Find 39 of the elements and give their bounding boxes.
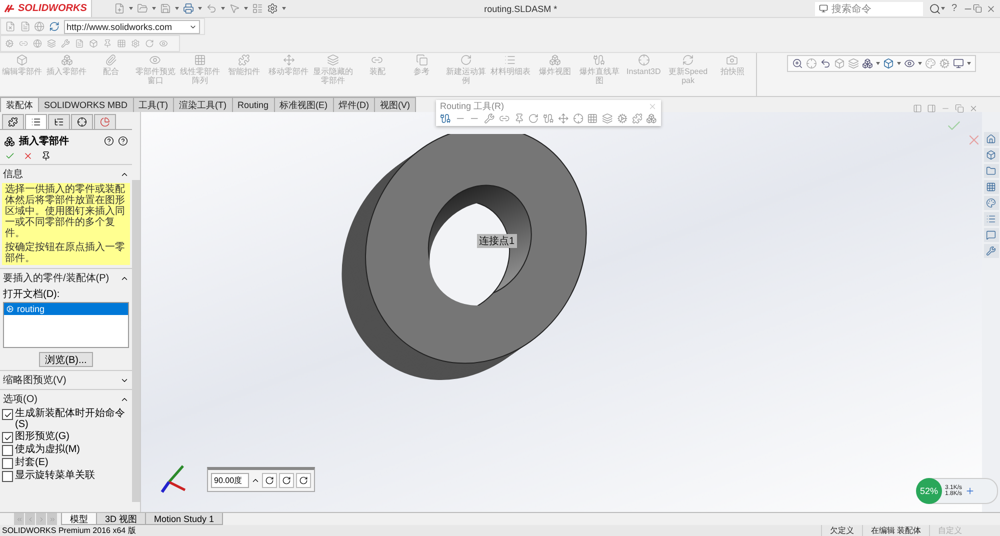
document-item[interactable]: routing (4, 303, 128, 315)
product-name: SOLIDWORKS Premium 2016 x64 版 (2, 525, 137, 536)
checkbox-label: 生成新装配体时开始命令(S) (15, 408, 126, 430)
section-title: 选项(O) (3, 392, 38, 406)
status-text: 自定义 (929, 525, 970, 536)
help-button[interactable]: ? (951, 3, 957, 14)
section-title: 要插入的零件/装配体(P) (3, 272, 110, 285)
toolbar-title: Routing 工具(R) (440, 101, 504, 111)
tab[interactable]: SOLIDWORKS MBD (38, 97, 134, 112)
connection-point-label: 连接点1 (477, 234, 517, 248)
document-list[interactable]: routing (3, 302, 129, 348)
tab[interactable]: Motion Study 1 (145, 513, 224, 525)
panel-title: 插入零部件 (19, 134, 70, 148)
status-text: 在编辑 装配体 (862, 525, 929, 536)
search-field[interactable]: 搜索命令 (815, 2, 924, 16)
window-title: routing.SLDASM * (483, 4, 558, 14)
angle-field[interactable]: 90.00度 (211, 473, 249, 488)
info-text: 选择一供插入的零件或装配体然后将零部件放置在图形区域中。使用图钉来插入同一或不同零部件的多个复件。 按确定按钮在原点插入一零部件。 (2, 183, 130, 265)
browse-button[interactable]: 浏览(B)... (39, 352, 93, 367)
tab[interactable]: 3D 视图 (96, 513, 146, 525)
section-title: 缩略图预览(V) (3, 374, 66, 387)
tab[interactable]: 渲染工具(T) (173, 97, 233, 112)
tab[interactable]: 视图(V) (374, 97, 416, 112)
section-title: 信息 (3, 168, 23, 181)
field-label: 打开文档(D): (2, 288, 61, 301)
tab[interactable]: 装配体 (0, 97, 39, 112)
tab[interactable]: 工具(T) (132, 97, 174, 112)
checkbox-label: 使成为虚拟(M) (15, 444, 80, 455)
tab[interactable]: 标准视图(E) (274, 97, 334, 112)
checkbox-label: 显示旋转菜单关联 (15, 470, 95, 481)
usage-gauge: 52% (916, 478, 942, 504)
url-field[interactable]: http://www.solidworks.com (64, 20, 200, 34)
status-text: 欠定义 (820, 525, 862, 536)
tab[interactable]: 焊件(D) (332, 97, 376, 112)
checkbox-label: 封套(E) (15, 457, 48, 468)
tab[interactable]: 模型 (61, 513, 97, 525)
app-logo: SOLIDWORKS (0, 0, 92, 17)
checkbox-label: 图形预览(G) (15, 431, 70, 442)
tab[interactable]: Routing (232, 97, 275, 112)
